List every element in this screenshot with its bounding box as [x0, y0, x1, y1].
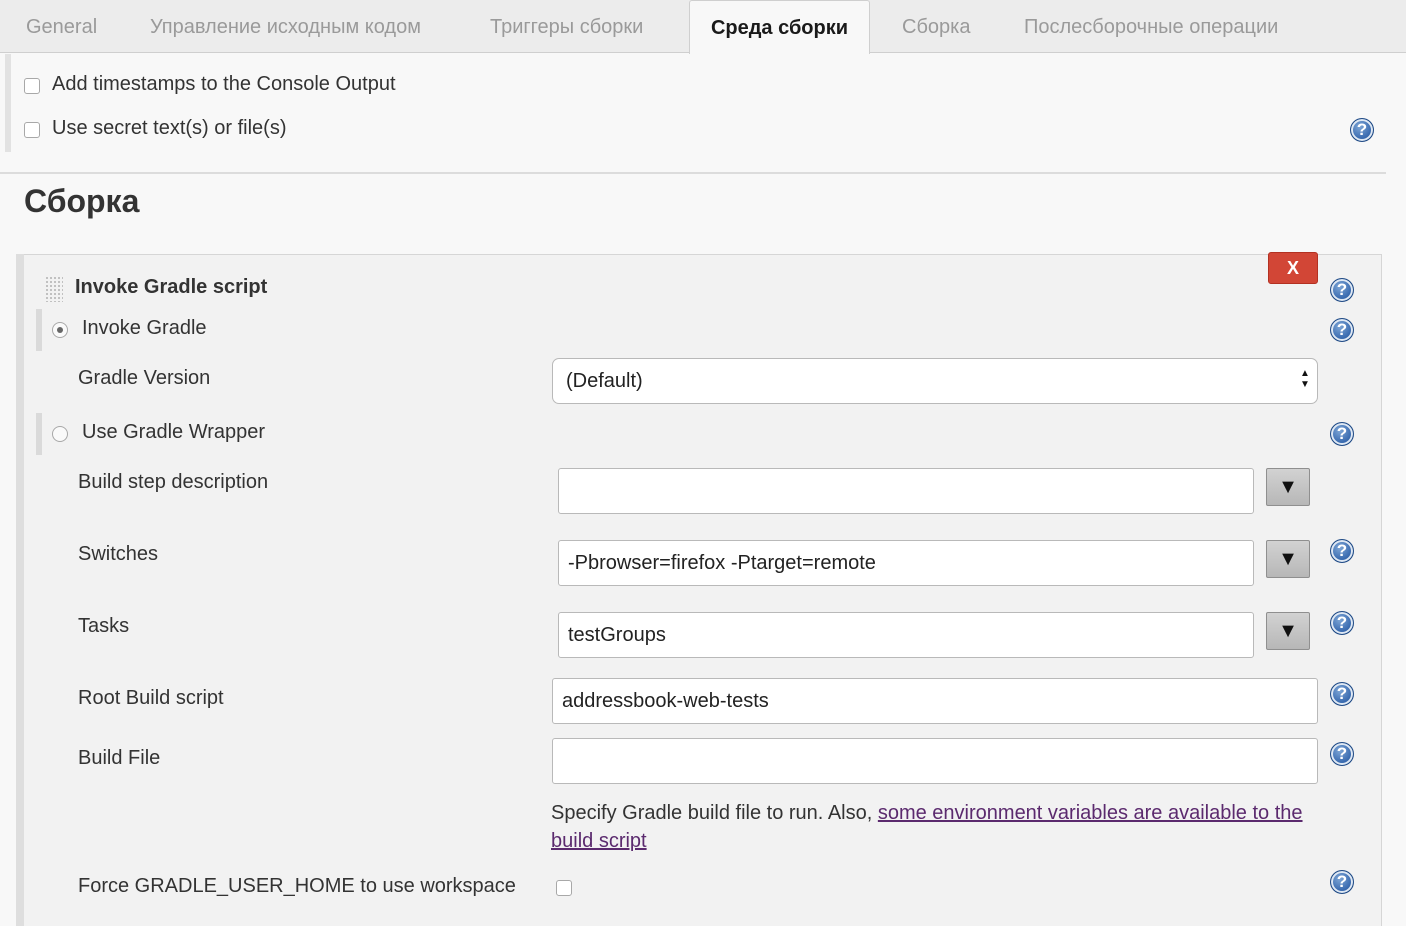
- build-file-hint: Specify Gradle build file to run. Also, …: [551, 799, 1331, 855]
- section-indent-bar: [5, 54, 11, 152]
- switches-input[interactable]: -Pbrowser=firefox -Ptarget=remote: [558, 540, 1254, 586]
- gradle-wrapper-radio[interactable]: [52, 426, 68, 442]
- secret-text-label: Use secret text(s) or file(s): [52, 117, 287, 139]
- help-icon[interactable]: ?: [1330, 870, 1354, 894]
- select-arrows-icon: ▲ ▼: [1300, 368, 1310, 390]
- build-step-title: Invoke Gradle script: [75, 276, 268, 298]
- gradle-wrapper-label: Use Gradle Wrapper: [82, 421, 266, 443]
- panel-indent-bar: [16, 254, 24, 926]
- invoke-gradle-label: Invoke Gradle: [82, 317, 207, 339]
- root-build-script-input[interactable]: addressbook-web-tests: [552, 678, 1318, 724]
- help-icon[interactable]: ?: [1330, 742, 1354, 766]
- build-file-input[interactable]: [552, 738, 1318, 784]
- help-icon[interactable]: ?: [1330, 539, 1354, 563]
- help-icon[interactable]: ?: [1350, 118, 1374, 142]
- section-divider: [0, 172, 1386, 174]
- tab-general[interactable]: General: [26, 0, 97, 53]
- root-build-script-label: Root Build script: [78, 687, 224, 709]
- section-title: Сборка: [24, 183, 140, 219]
- timestamps-checkbox[interactable]: [24, 78, 40, 94]
- delete-step-button[interactable]: X: [1268, 252, 1318, 284]
- expand-textarea-button[interactable]: ▼: [1266, 612, 1310, 650]
- timestamps-label: Add timestamps to the Console Output: [52, 73, 396, 95]
- help-icon[interactable]: ?: [1330, 611, 1354, 635]
- tasks-label: Tasks: [78, 615, 130, 637]
- build-step-description-label: Build step description: [78, 471, 269, 493]
- build-file-hint-text: Specify Gradle build file to run. Also,: [551, 802, 878, 824]
- expand-textarea-button[interactable]: ▼: [1266, 540, 1310, 578]
- tab-post-build-actions[interactable]: Послесборочные операции: [1024, 0, 1278, 53]
- build-step-description-input[interactable]: [558, 468, 1254, 514]
- tasks-input[interactable]: testGroups: [558, 612, 1254, 658]
- help-icon[interactable]: ?: [1330, 278, 1354, 302]
- tab-build-environment[interactable]: Среда сборки: [689, 0, 870, 54]
- tab-build-triggers[interactable]: Триггеры сборки: [490, 0, 643, 53]
- help-icon[interactable]: ?: [1330, 422, 1354, 446]
- drag-handle-icon[interactable]: [45, 276, 63, 302]
- radio-indent-bar: [36, 413, 42, 455]
- invoke-gradle-radio[interactable]: [52, 322, 68, 338]
- tab-build[interactable]: Сборка: [902, 0, 970, 53]
- secret-text-checkbox[interactable]: [24, 122, 40, 138]
- tab-source-code-management[interactable]: Управление исходным кодом: [150, 0, 421, 53]
- switches-label: Switches: [78, 543, 159, 565]
- force-gradle-user-home-checkbox[interactable]: [556, 880, 572, 896]
- expand-textarea-button[interactable]: ▼: [1266, 468, 1310, 506]
- config-tab-bar: General Управление исходным кодом Тригге…: [0, 0, 1406, 54]
- gradle-version-select[interactable]: (Default) ▲ ▼: [552, 358, 1318, 404]
- help-icon[interactable]: ?: [1330, 318, 1354, 342]
- build-file-label: Build File: [78, 747, 161, 769]
- gradle-version-label: Gradle Version: [78, 367, 211, 389]
- gradle-version-value: (Default): [566, 370, 643, 392]
- force-gradle-user-home-label: Force GRADLE_USER_HOME to use workspace: [78, 875, 516, 897]
- help-icon[interactable]: ?: [1330, 682, 1354, 706]
- radio-indent-bar: [36, 309, 42, 351]
